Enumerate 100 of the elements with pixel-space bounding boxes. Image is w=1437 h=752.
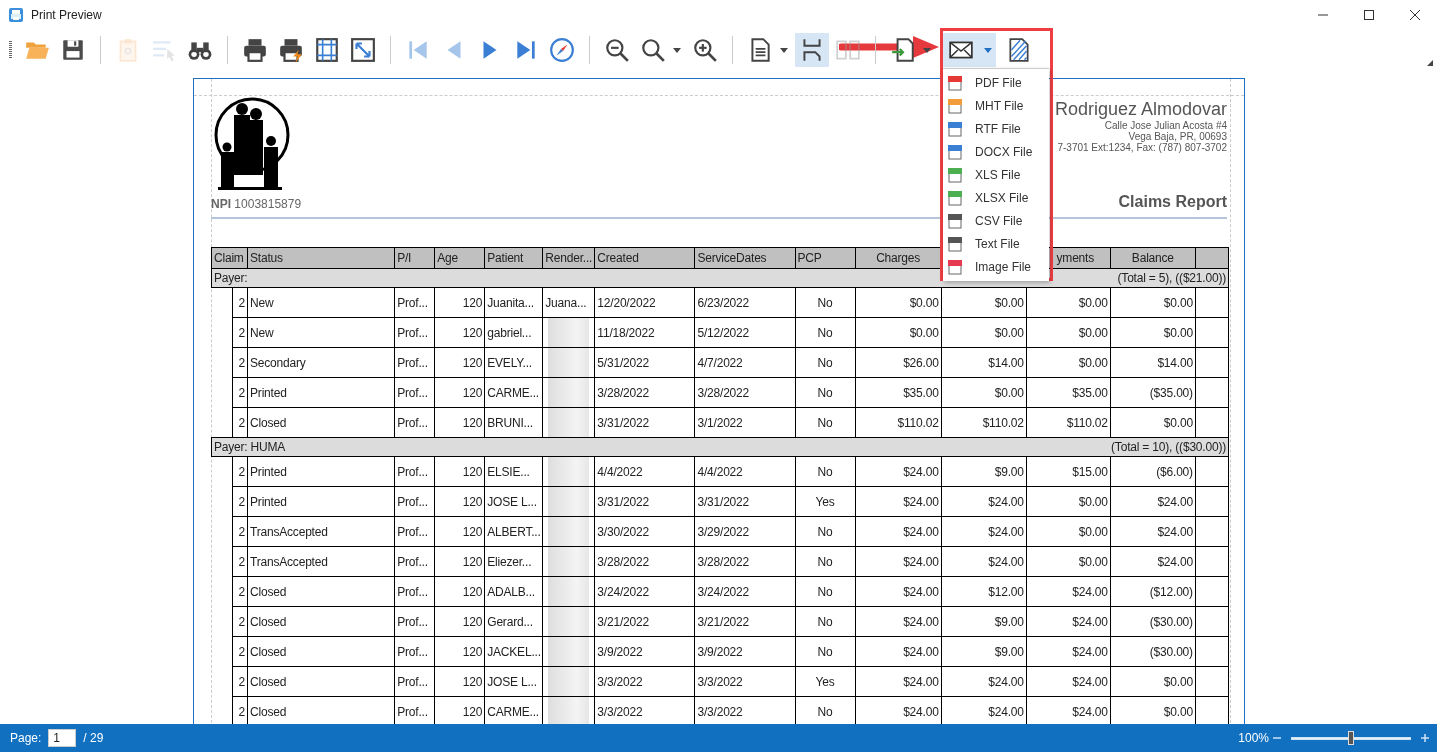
table-cell: ADALB... — [484, 576, 543, 607]
menu-item[interactable]: PDF File — [943, 71, 1049, 94]
page-count: / 29 — [83, 731, 104, 745]
table-cell: BRUNI... — [484, 407, 543, 438]
menu-item-label: MHT File — [975, 98, 1024, 113]
table-cell: No — [795, 347, 856, 378]
save-icon — [60, 37, 86, 63]
table-cell: 3/1/2022 — [694, 407, 796, 438]
page-number-field[interactable]: 1 — [48, 729, 77, 747]
table-cell: $0.00 — [1110, 287, 1196, 318]
table-cell: 3/28/2022 — [594, 377, 695, 408]
menu-item[interactable]: DOCX File — [943, 140, 1049, 163]
table-cell: $0.00 — [1110, 407, 1196, 438]
zoom-out-icon — [604, 37, 630, 63]
table-cell: $0.00 — [941, 377, 1027, 408]
table-cell: JOSE L... — [484, 486, 543, 517]
table-cell: 5/12/2022 — [694, 317, 796, 348]
menu-item-label: CSV File — [975, 213, 1023, 228]
table-cell: Prof... — [394, 606, 435, 637]
table-cell: 120 — [434, 407, 485, 438]
address-line: Vega Baja, PR, 00693 — [1128, 131, 1227, 142]
table-cell: $24.00 — [941, 666, 1027, 697]
column-header: Charges — [855, 247, 942, 269]
table-cell: $24.00 — [1026, 606, 1111, 637]
table-cell: JOSE L... — [484, 666, 543, 697]
table-cell: Prof... — [394, 456, 435, 487]
menu-item-label: XLSX File — [975, 190, 1029, 205]
table-cell: $0.00 — [1026, 287, 1111, 318]
table-cell: 120 — [434, 347, 485, 378]
table-cell: 3/3/2022 — [594, 666, 695, 697]
menu-item-label: XLS File — [975, 167, 1021, 182]
table-cell: EVELY... — [484, 347, 543, 378]
table-cell: 2 — [232, 516, 248, 547]
table-cell: $24.00 — [1110, 516, 1196, 547]
email-button[interactable] — [943, 33, 979, 67]
table-cell: $0.00 — [941, 287, 1027, 318]
menu-item-label: RTF File — [975, 121, 1021, 136]
table-cell: 4/4/2022 — [694, 456, 796, 487]
table-cell: $12.00 — [941, 576, 1027, 607]
zoom-minus-icon[interactable] — [1273, 734, 1281, 742]
table-cell: ALBERT... — [484, 516, 543, 547]
table-cell: $35.00 — [1026, 377, 1111, 408]
table-cell: $9.00 — [941, 456, 1027, 487]
table-cell: $0.00 — [1026, 317, 1111, 348]
table-cell: $24.00 — [1026, 666, 1111, 697]
navigate-icon — [549, 37, 575, 63]
zoom-in-icon — [692, 37, 718, 63]
table-cell: 3/9/2022 — [694, 636, 796, 667]
table-cell: $24.00 — [855, 486, 942, 517]
table-cell: Gerard... — [484, 606, 543, 637]
menu-item[interactable]: MHT File — [943, 94, 1049, 117]
maximize-icon[interactable] — [1363, 9, 1375, 21]
table-cell: Prof... — [394, 486, 435, 517]
table-cell: 12/20/2022 — [594, 287, 695, 318]
overflow-icon[interactable] — [1427, 60, 1433, 66]
table-cell: 3/9/2022 — [594, 636, 695, 667]
table-cell: 3/24/2022 — [694, 576, 796, 607]
window-title: Print Preview — [31, 8, 102, 22]
table-cell: ($6.00) — [1110, 456, 1196, 487]
table-cell: Prof... — [394, 516, 435, 547]
group-total: (Total = 10), (($30.00)) — [1111, 440, 1226, 454]
table-cell: 3/31/2022 — [594, 407, 695, 438]
two-page-icon — [835, 37, 861, 63]
table-cell: Juana... — [542, 287, 595, 318]
table-cell: No — [795, 636, 856, 667]
close-icon[interactable] — [1409, 9, 1421, 21]
table-cell: 120 — [434, 377, 485, 408]
payer-label: Payer: HUMA — [214, 440, 286, 454]
toolbar-grip-icon[interactable] — [9, 41, 12, 59]
export-icon — [890, 37, 916, 63]
table-cell: 2 — [232, 317, 248, 348]
table-cell: 120 — [434, 516, 485, 547]
table-cell: $0.00 — [855, 317, 942, 348]
menu-item[interactable]: XLS File — [943, 163, 1049, 186]
table-cell: $24.00 — [941, 546, 1027, 577]
quick-print-icon — [278, 37, 304, 63]
menu-item[interactable]: CSV File — [943, 209, 1049, 232]
table-cell: Prof... — [394, 546, 435, 577]
table-cell: gabriel... — [484, 317, 543, 348]
table-cell: 3/31/2022 — [594, 486, 695, 517]
zoom-plus-icon[interactable] — [1421, 734, 1429, 742]
table-cell: 120 — [434, 636, 485, 667]
table-cell: No — [795, 606, 856, 637]
table-cell: No — [795, 576, 856, 607]
table-cell: $110.02 — [941, 407, 1027, 438]
menu-item[interactable]: XLSX File — [943, 186, 1049, 209]
table-cell: $26.00 — [855, 347, 942, 378]
table-cell: $0.00 — [941, 317, 1027, 348]
column-header: ServiceDates — [694, 247, 796, 269]
multipage-button[interactable] — [795, 33, 829, 67]
column-header: Created — [594, 247, 695, 269]
menu-item[interactable]: RTF File — [943, 117, 1049, 140]
table-cell: $9.00 — [941, 606, 1027, 637]
table-cell: $15.00 — [1026, 456, 1111, 487]
slider-thumb[interactable] — [1348, 731, 1354, 745]
hatched-page-icon — [1006, 37, 1032, 63]
table-cell: 3/21/2022 — [594, 606, 695, 637]
zoom-slider[interactable] — [1291, 731, 1411, 745]
table-cell: Closed — [247, 666, 395, 697]
print-icon — [242, 37, 268, 63]
